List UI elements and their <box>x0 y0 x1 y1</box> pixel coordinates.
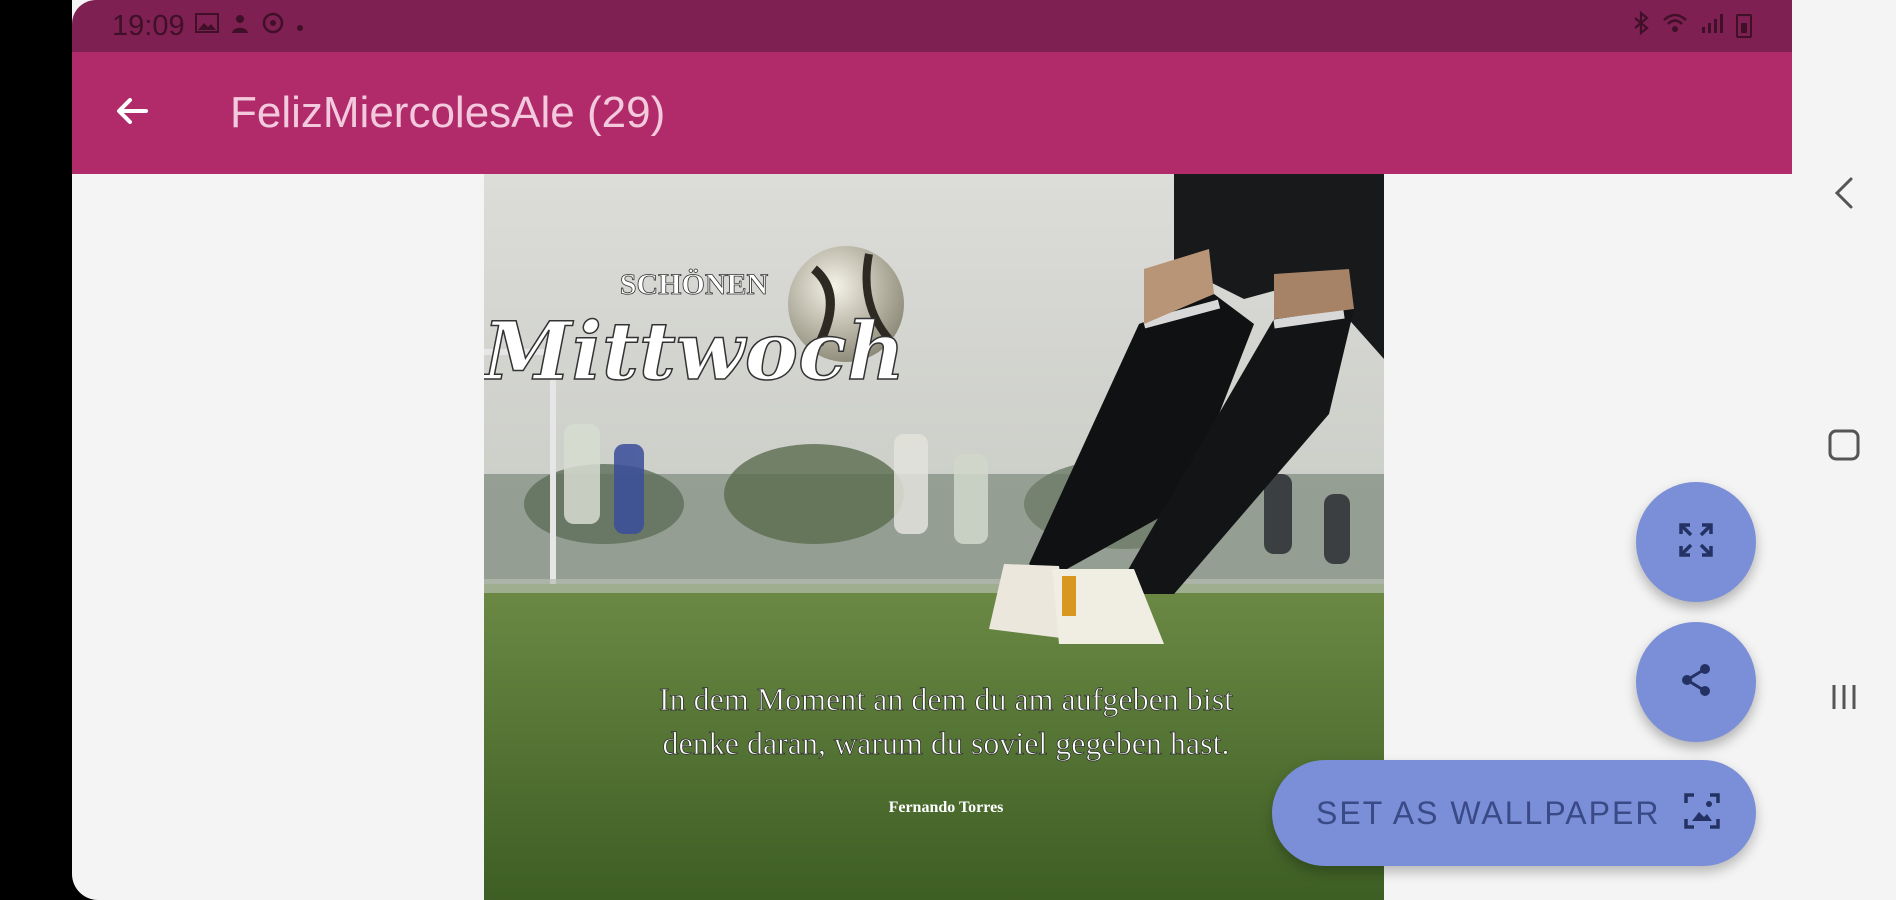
fullscreen-button[interactable] <box>1636 482 1756 602</box>
wifi-icon <box>1662 11 1688 42</box>
quote-author: Fernando Torres <box>889 799 1004 816</box>
quote-line-2: denke daran, warum du soviel gegeben has… <box>663 725 1230 761</box>
fullscreen-icon <box>1677 521 1715 564</box>
set-as-wallpaper-label: SET AS WALLPAPER <box>1316 794 1661 831</box>
soccer-photo: SCHÖNEN Mittwoch In dem Moment an dem du… <box>484 174 1384 900</box>
headline-small: SCHÖNEN <box>620 268 769 301</box>
share-icon <box>1677 661 1715 704</box>
whatsapp-icon <box>261 11 285 42</box>
wallpaper-preview-image[interactable]: SCHÖNEN Mittwoch In dem Moment an dem du… <box>484 174 1384 900</box>
page-title: FelizMiercolesAle (29) <box>230 88 666 137</box>
device-frame: 19:09 FelizMiercolesAle (29) SCHÖNEN Mit… <box>0 0 1896 900</box>
system-navigation-bar <box>1792 0 1896 900</box>
signal-icon <box>1700 11 1724 42</box>
back-button[interactable] <box>72 52 192 174</box>
status-time: 19:09 <box>112 9 185 42</box>
chevron-left-icon <box>1829 173 1859 218</box>
system-back-button[interactable] <box>1792 150 1896 240</box>
headline-script: Mittwoch <box>484 304 905 398</box>
app-screen: 19:09 FelizMiercolesAle (29) SCHÖNEN Mit… <box>72 0 1792 900</box>
app-bar: FelizMiercolesAle (29) <box>72 52 1792 174</box>
dot-icon <box>295 12 305 40</box>
status-left-group: 19:09 <box>112 10 305 43</box>
battery-icon <box>1736 14 1752 38</box>
home-square-icon <box>1824 425 1864 470</box>
notification-icon <box>229 12 251 41</box>
system-recents-button[interactable] <box>1792 654 1896 744</box>
system-home-button[interactable] <box>1792 402 1896 492</box>
recents-icon <box>1824 677 1864 722</box>
status-bar: 19:09 <box>72 0 1792 52</box>
wallpaper-icon <box>1682 791 1722 836</box>
status-right-group <box>1632 10 1752 42</box>
arrow-back-icon <box>112 91 152 136</box>
quote-line-1: In dem Moment an dem du am aufgeben bist <box>659 681 1233 717</box>
bluetooth-icon <box>1632 10 1650 42</box>
share-button[interactable] <box>1636 622 1756 742</box>
gallery-icon <box>194 12 219 41</box>
set-as-wallpaper-button[interactable]: SET AS WALLPAPER <box>1272 760 1756 866</box>
